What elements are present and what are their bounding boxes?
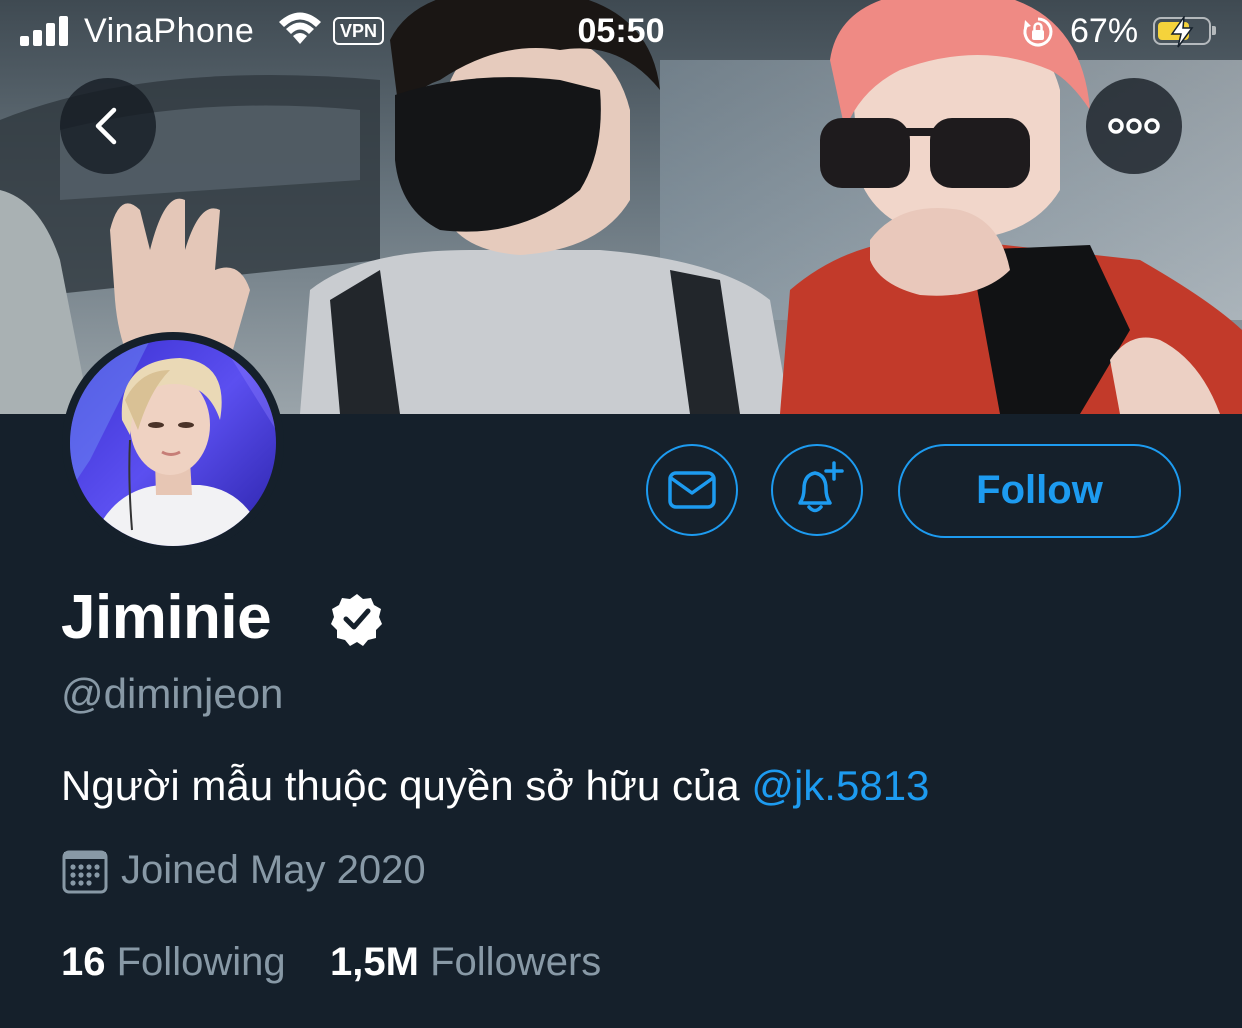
status-bar: VinaPhone VPN 05:50 67% bbox=[0, 0, 1242, 66]
bio-mention-link[interactable]: @jk.5813 bbox=[751, 762, 929, 809]
envelope-icon bbox=[668, 471, 716, 509]
followers-label: Followers bbox=[430, 940, 602, 984]
bio: Người mẫu thuộc quyền sở hữu của @jk.581… bbox=[61, 762, 929, 810]
bio-text: Người mẫu thuộc quyền sở hữu của bbox=[61, 762, 752, 809]
bell-plus-icon bbox=[798, 461, 844, 513]
more-horizontal-icon bbox=[1108, 118, 1160, 134]
display-name: Jiminie bbox=[61, 583, 272, 652]
joined-date: Joined May 2020 bbox=[121, 848, 426, 892]
avatar[interactable] bbox=[62, 332, 284, 554]
profile-screen: VinaPhone VPN 05:50 67% Follow Jiminie @… bbox=[0, 0, 1242, 1028]
avatar-image bbox=[70, 340, 276, 546]
orientation-lock-icon bbox=[1022, 16, 1054, 57]
followers-count: 1,5M bbox=[330, 940, 419, 984]
followers-link[interactable]: 1,5M Followers bbox=[330, 940, 601, 984]
follow-button[interactable]: Follow bbox=[898, 444, 1181, 538]
handle: @diminjeon bbox=[61, 670, 284, 717]
calendar-icon bbox=[62, 849, 108, 900]
following-label: Following bbox=[116, 940, 286, 984]
notifications-button[interactable] bbox=[771, 444, 863, 536]
verified-badge-icon bbox=[330, 592, 384, 651]
message-button[interactable] bbox=[646, 444, 738, 536]
battery-percentage: 67% bbox=[1070, 12, 1139, 50]
chevron-left-icon bbox=[95, 107, 117, 145]
back-button[interactable] bbox=[60, 78, 156, 174]
following-link[interactable]: 16 Following bbox=[61, 940, 286, 984]
charging-bolt-icon bbox=[1170, 16, 1194, 48]
status-time: 05:50 bbox=[577, 12, 665, 50]
follow-stats: 16 Following 1,5M Followers bbox=[61, 940, 601, 985]
following-count: 16 bbox=[61, 940, 106, 984]
battery-icon bbox=[1153, 16, 1216, 48]
more-options-button[interactable] bbox=[1086, 78, 1182, 174]
